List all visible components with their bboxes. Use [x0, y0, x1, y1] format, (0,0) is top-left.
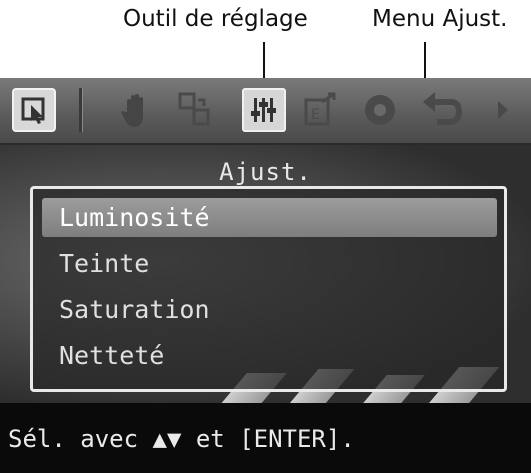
callout-adjust-menu: Menu Ajust. — [372, 6, 508, 32]
callout-adjust-tool: Outil de réglage — [123, 6, 308, 32]
menu-item-teinte[interactable]: Teinte — [42, 244, 497, 283]
rotate-icon[interactable] — [172, 88, 216, 132]
adjust-menu: Luminosité Teinte Saturation Netteté — [30, 186, 507, 392]
hand-icon[interactable] — [115, 88, 159, 132]
toolbar-separator — [79, 88, 83, 132]
menu-item-saturation[interactable]: Saturation — [42, 290, 497, 329]
adjust-sliders-icon[interactable] — [242, 88, 286, 132]
record-icon[interactable] — [358, 88, 402, 132]
toolbar: E — [0, 78, 531, 145]
menu-item-luminosite[interactable]: Luminosité — [42, 198, 497, 237]
camera-screen: E Ajust. Luminosité Teinte Saturation Ne… — [0, 78, 531, 473]
export-icon[interactable]: E — [298, 88, 342, 132]
menu-item-nettete[interactable]: Netteté — [42, 336, 497, 375]
undo-icon[interactable] — [420, 88, 464, 132]
menu-title: Ajust. — [219, 158, 312, 186]
status-bar: Sél. avec ▲▼ et [ENTER]. — [0, 403, 531, 473]
status-hint: Sél. avec ▲▼ et [ENTER]. — [8, 425, 355, 453]
chevron-right-icon[interactable] — [488, 88, 518, 132]
svg-text:E: E — [311, 107, 320, 123]
select-icon[interactable] — [12, 88, 56, 132]
